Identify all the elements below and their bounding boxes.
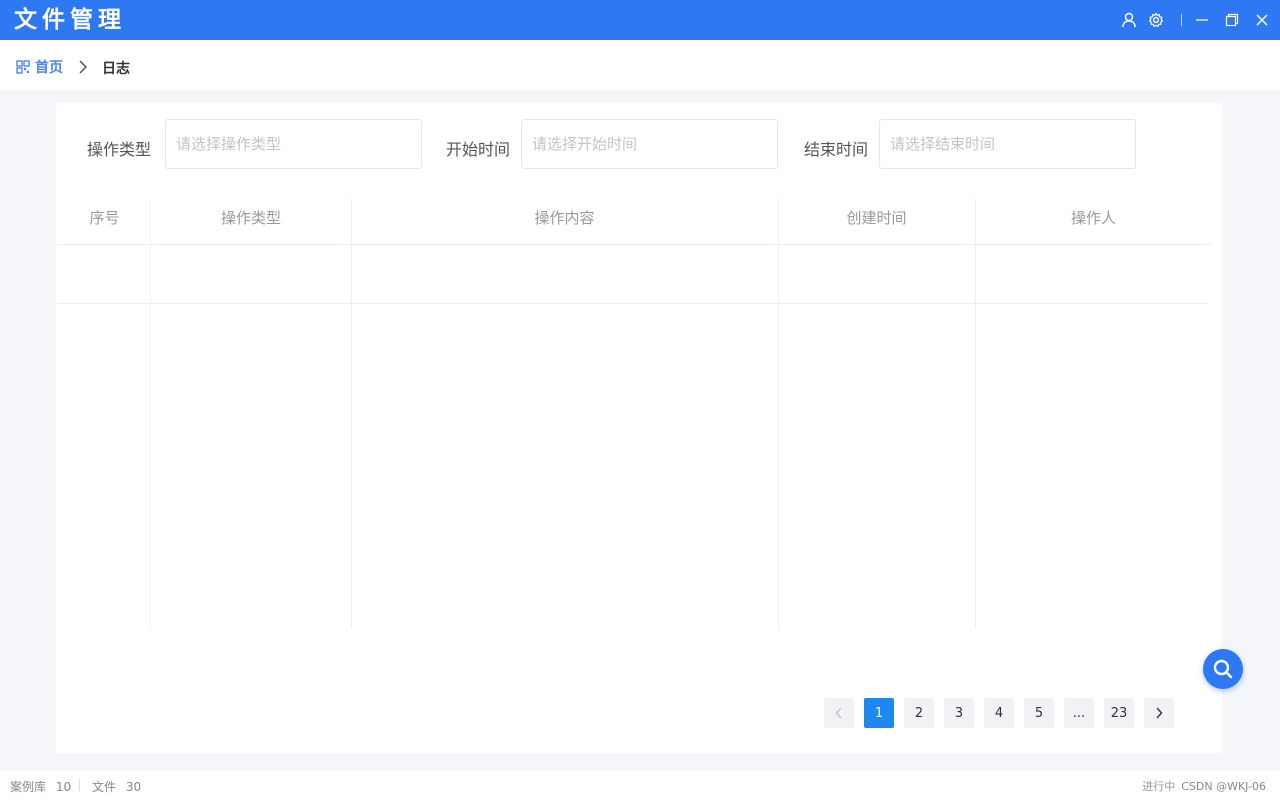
log-table: 序号 操作类型 操作内容 创建时间 操作人 bbox=[58, 199, 1212, 629]
status-bar: 案例库 10 文件 30 进行中 CSDN @WKJ-06 bbox=[0, 770, 1280, 800]
breadcrumb-current: 日志 bbox=[102, 61, 130, 77]
title-bar: 文件管理 bbox=[0, 0, 1280, 40]
maximize-icon[interactable] bbox=[1223, 11, 1241, 29]
files-label: 文件 bbox=[92, 780, 117, 794]
page-button-5[interactable]: 5 bbox=[1024, 698, 1054, 728]
breadcrumb-home-label: 首页 bbox=[35, 60, 63, 76]
page-button-1[interactable]: 1 bbox=[864, 698, 894, 728]
column-header-operator: 操作人 bbox=[1070, 209, 1116, 227]
case-library-status: 案例库 10 bbox=[10, 778, 71, 795]
page-button-23[interactable]: 23 bbox=[1104, 698, 1134, 728]
column-header-operation-type: 操作类型 bbox=[220, 209, 281, 227]
operation-type-label: 操作类型 bbox=[87, 140, 152, 159]
case-library-count: 10 bbox=[55, 780, 72, 794]
progress-status-text: 进行中 bbox=[1142, 780, 1176, 793]
user-icon[interactable] bbox=[1120, 11, 1138, 29]
breadcrumb-home[interactable]: 首页 bbox=[16, 57, 63, 77]
end-time-label: 结束时间 bbox=[804, 140, 869, 159]
files-count: 30 bbox=[125, 780, 142, 794]
operation-type-select[interactable] bbox=[165, 119, 422, 169]
column-divider bbox=[778, 199, 779, 629]
start-time-label: 开始时间 bbox=[446, 140, 511, 159]
floating-search-button[interactable] bbox=[1203, 649, 1243, 689]
watermark-text: CSDN @WKJ-06 bbox=[1181, 779, 1266, 793]
status-right: 进行中 CSDN @WKJ-06 bbox=[1142, 778, 1266, 794]
column-header-operation-content: 操作内容 bbox=[534, 209, 595, 227]
breadcrumb: 首页 日志 bbox=[0, 40, 1280, 90]
next-page-button[interactable] bbox=[1144, 698, 1174, 728]
chevron-right-icon bbox=[1156, 707, 1163, 719]
search-icon bbox=[1213, 659, 1233, 679]
close-icon[interactable] bbox=[1253, 11, 1271, 29]
page-button-4[interactable]: 4 bbox=[984, 698, 1014, 728]
column-header-index: 序号 bbox=[89, 209, 120, 227]
prev-page-button[interactable] bbox=[824, 698, 854, 728]
column-divider bbox=[351, 199, 352, 629]
gear-icon[interactable] bbox=[1147, 11, 1165, 29]
start-time-picker[interactable] bbox=[521, 119, 778, 169]
chevron-right-icon bbox=[78, 59, 88, 78]
header-divider bbox=[58, 244, 1212, 245]
chevron-left-icon bbox=[835, 707, 842, 719]
pagination: 1 2 3 4 5 ... 23 bbox=[824, 698, 1184, 728]
column-divider bbox=[150, 199, 151, 629]
column-divider bbox=[975, 199, 976, 629]
titlebar-divider bbox=[1181, 14, 1182, 26]
minimize-icon[interactable] bbox=[1193, 11, 1211, 29]
log-panel: 操作类型 开始时间 结束时间 序号 操作类型 操作内容 创建时间 操作人 1 2… bbox=[56, 103, 1222, 753]
case-library-label: 案例库 bbox=[10, 780, 47, 794]
grid-icon bbox=[16, 60, 30, 74]
column-header-created-time: 创建时间 bbox=[846, 209, 907, 227]
page-button-2[interactable]: 2 bbox=[904, 698, 934, 728]
row-divider bbox=[58, 303, 1208, 304]
status-divider bbox=[79, 779, 80, 791]
end-time-picker[interactable] bbox=[879, 119, 1136, 169]
files-status: 文件 30 bbox=[92, 778, 141, 795]
page-button-3[interactable]: 3 bbox=[944, 698, 974, 728]
page-ellipsis-button[interactable]: ... bbox=[1064, 698, 1094, 728]
app-title: 文件管理 bbox=[14, 6, 126, 33]
